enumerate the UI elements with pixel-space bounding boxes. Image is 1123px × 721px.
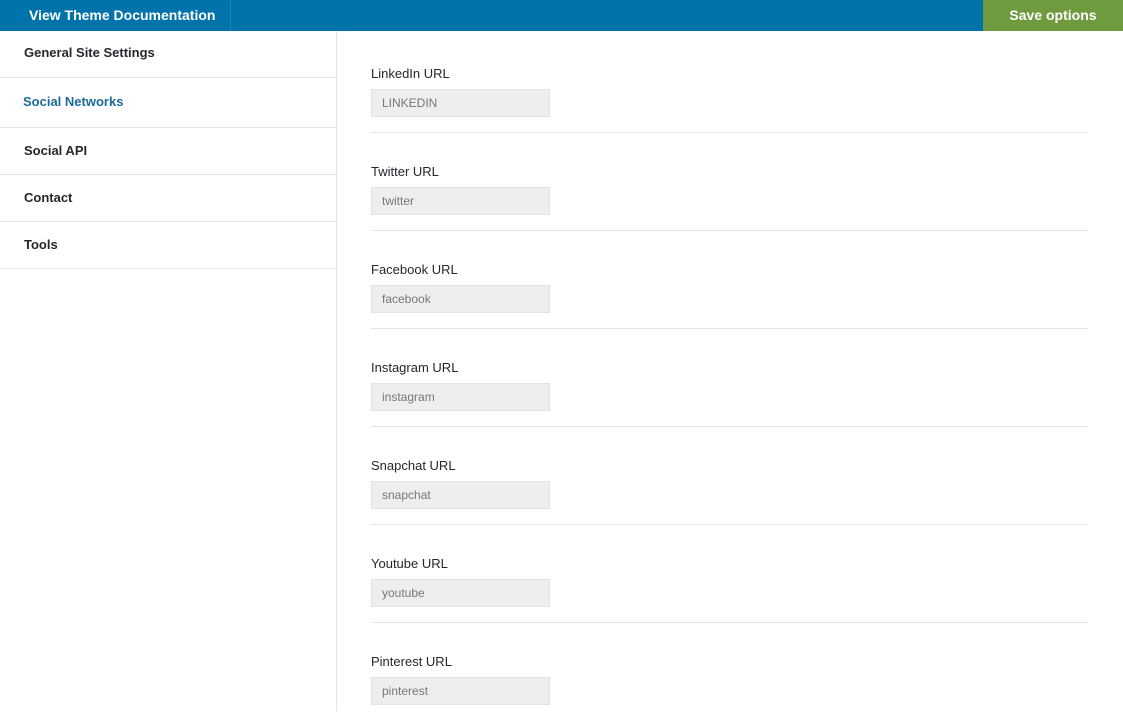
youtube-url-input[interactable] [371, 579, 550, 607]
facebook-url-label: Facebook URL [371, 262, 458, 277]
pinterest-field-group: Pinterest URL [371, 623, 1088, 721]
instagram-field-group: Instagram URL [371, 329, 1088, 427]
instagram-url-label: Instagram URL [371, 360, 459, 375]
view-documentation-link[interactable]: View Theme Documentation [0, 0, 231, 31]
social-networks-panel: LinkedIn URL Twitter URL Facebook URL In… [337, 31, 1123, 711]
twitter-field-group: Twitter URL [371, 133, 1088, 231]
sidebar-item-tools[interactable]: Tools [0, 222, 336, 269]
pinterest-url-label: Pinterest URL [371, 654, 452, 669]
linkedin-url-label: LinkedIn URL [371, 66, 450, 81]
snapchat-field-group: Snapchat URL [371, 427, 1088, 525]
sidebar-item-social-api[interactable]: Social API [0, 128, 336, 175]
linkedin-url-input[interactable] [371, 89, 550, 117]
pinterest-url-input[interactable] [371, 677, 550, 705]
snapchat-url-label: Snapchat URL [371, 458, 456, 473]
facebook-field-group: Facebook URL [371, 231, 1088, 329]
linkedin-field-group: LinkedIn URL [371, 35, 1088, 133]
snapchat-url-input[interactable] [371, 481, 550, 509]
sidebar-item-general-site-settings[interactable]: General Site Settings [0, 31, 336, 78]
save-options-button[interactable]: Save options [983, 0, 1123, 31]
sidebar-item-social-networks[interactable]: Social Networks [0, 78, 336, 128]
sidebar-item-contact[interactable]: Contact [0, 175, 336, 222]
youtube-field-group: Youtube URL [371, 525, 1088, 623]
twitter-url-input[interactable] [371, 187, 550, 215]
twitter-url-label: Twitter URL [371, 164, 439, 179]
youtube-url-label: Youtube URL [371, 556, 448, 571]
facebook-url-input[interactable] [371, 285, 550, 313]
instagram-url-input[interactable] [371, 383, 550, 411]
top-bar: View Theme Documentation Save options [0, 0, 1123, 31]
settings-sidebar: General Site Settings Social Networks So… [0, 31, 337, 711]
